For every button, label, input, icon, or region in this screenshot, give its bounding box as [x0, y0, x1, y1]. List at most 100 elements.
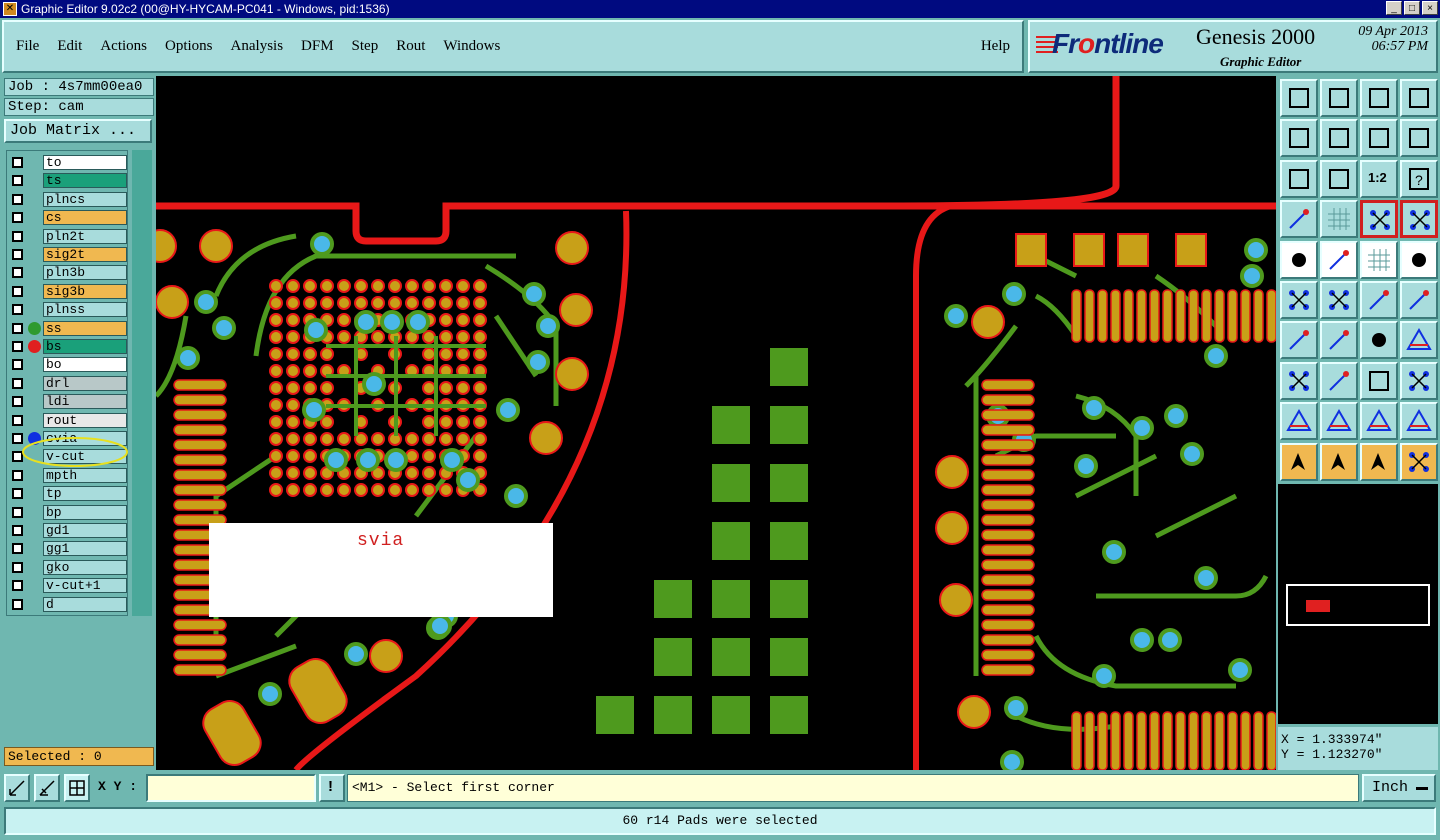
layer-row[interactable]: bo: [9, 357, 127, 373]
menu-rout[interactable]: Rout: [396, 38, 425, 55]
layer-checkbox[interactable]: [12, 580, 23, 592]
layer-scrollbar[interactable]: [132, 150, 152, 616]
layer-name[interactable]: mpth: [43, 467, 127, 483]
menu-actions[interactable]: Actions: [100, 38, 147, 55]
layer-row[interactable]: ldi: [9, 394, 127, 410]
layer-row[interactable]: drl: [9, 375, 127, 391]
layer-name[interactable]: tp: [43, 486, 127, 502]
layer-name[interactable]: bp: [43, 504, 127, 520]
layer-checkbox[interactable]: [12, 506, 23, 518]
fit-tool[interactable]: [1280, 159, 1318, 198]
layer-name[interactable]: plnss: [43, 302, 127, 318]
layer-name[interactable]: v-cut+1: [43, 578, 127, 594]
layer-checkbox[interactable]: [12, 341, 23, 352]
layer-checkbox[interactable]: [12, 193, 23, 205]
maximize-button[interactable]: □: [1404, 1, 1420, 15]
warning-button[interactable]: !: [319, 774, 345, 802]
layer-row[interactable]: sig3b: [9, 283, 127, 299]
layer-name[interactable]: d: [43, 596, 127, 612]
layer-name[interactable]: plncs: [43, 191, 127, 207]
layer-row[interactable]: v-cut+1: [9, 578, 127, 594]
layer-checkbox[interactable]: [12, 469, 23, 481]
layer-checkbox[interactable]: [12, 322, 23, 334]
layer-name[interactable]: pln3b: [43, 265, 127, 281]
layers-tool[interactable]: [1360, 200, 1398, 239]
select-tool[interactable]: [1280, 240, 1318, 279]
layer-row[interactable]: d: [9, 596, 127, 612]
xy-input[interactable]: [146, 774, 316, 802]
layer-row[interactable]: cs: [9, 210, 127, 226]
menu-windows[interactable]: Windows: [443, 38, 500, 55]
layer-checkbox[interactable]: [12, 157, 23, 168]
pointer-tool[interactable]: [1280, 442, 1318, 481]
triangle-tool[interactable]: [1280, 402, 1318, 441]
layer-name[interactable]: gd1: [43, 523, 127, 538]
layer-row[interactable]: pln2t: [9, 228, 127, 244]
layer-checkbox[interactable]: [12, 598, 23, 610]
layer-row[interactable]: gg1: [9, 541, 127, 557]
units-select[interactable]: Inch: [1362, 774, 1436, 802]
layer-checkbox[interactable]: [12, 212, 23, 224]
measure-button[interactable]: [34, 774, 60, 802]
layer-checkbox[interactable]: [12, 488, 23, 500]
compare-tool[interactable]: [1400, 200, 1438, 239]
layer-row[interactable]: tp: [9, 486, 127, 502]
layer-checkbox[interactable]: [12, 377, 23, 389]
slash-tool[interactable]: [1320, 321, 1358, 360]
menu-dfm[interactable]: DFM: [301, 38, 334, 55]
overview-map[interactable]: [1278, 484, 1438, 724]
layer-row[interactable]: plnss: [9, 302, 127, 318]
layer-checkbox[interactable]: [12, 175, 23, 187]
dotted-tool[interactable]: [1400, 240, 1438, 279]
layer-name[interactable]: to: [43, 155, 127, 170]
layer-name[interactable]: ts: [43, 173, 127, 189]
redraw-tool[interactable]: [1400, 119, 1438, 158]
ruler-tool[interactable]: [1360, 240, 1398, 279]
minimize-button[interactable]: _: [1386, 1, 1402, 15]
layer-name[interactable]: drl: [43, 375, 127, 391]
layer-checkbox[interactable]: [12, 285, 23, 297]
pointer-red-tool[interactable]: [1360, 442, 1398, 481]
layer-row[interactable]: gd1: [9, 523, 127, 538]
layer-row[interactable]: bs: [9, 339, 127, 354]
home-tool[interactable]: [1360, 79, 1398, 117]
rotate-tool[interactable]: [1360, 321, 1398, 360]
menu-step[interactable]: Step: [352, 38, 379, 55]
layer-name[interactable]: ss: [43, 320, 127, 336]
zoom-in-tool[interactable]: [1280, 119, 1318, 158]
layer-name[interactable]: ldi: [43, 394, 127, 410]
settings-tool[interactable]: [1280, 200, 1318, 239]
box-tool[interactable]: [1360, 361, 1398, 400]
grid-snap-button[interactable]: [64, 774, 90, 802]
help-tool[interactable]: ?: [1400, 159, 1438, 198]
layer-checkbox[interactable]: [12, 543, 23, 555]
menu-edit[interactable]: Edit: [57, 38, 82, 55]
job-matrix-button[interactable]: Job Matrix ...: [4, 119, 152, 143]
layer-name[interactable]: sig2t: [43, 247, 127, 262]
layer-row[interactable]: sig2t: [9, 247, 127, 262]
layer-checkbox[interactable]: [12, 525, 23, 536]
zoom-out-tool[interactable]: [1320, 119, 1358, 158]
layer-name[interactable]: rout: [43, 412, 127, 428]
angle-tool[interactable]: [1280, 321, 1318, 360]
layer-row[interactable]: pln3b: [9, 265, 127, 281]
line-add-tool[interactable]: [1360, 281, 1398, 319]
layer-row[interactable]: mpth: [9, 467, 127, 483]
graphic-canvas[interactable]: [156, 76, 1276, 770]
layer-row[interactable]: bp: [9, 504, 127, 520]
pointer-box-tool[interactable]: [1320, 442, 1358, 481]
layer-checkbox[interactable]: [12, 396, 23, 408]
split-tool[interactable]: [1400, 321, 1438, 360]
pcb-view[interactable]: [156, 76, 1276, 770]
layer-name[interactable]: bo: [43, 357, 127, 373]
layer-checkbox[interactable]: [12, 304, 23, 316]
layer-checkbox[interactable]: [12, 230, 23, 242]
menu-file[interactable]: File: [16, 38, 39, 55]
red-line-tool[interactable]: [1320, 361, 1358, 400]
menu-options[interactable]: Options: [165, 38, 213, 55]
layer-checkbox[interactable]: [12, 359, 23, 371]
layer-name[interactable]: gg1: [43, 541, 127, 557]
pan-tool[interactable]: [1360, 119, 1398, 158]
layer-row[interactable]: gko: [9, 559, 127, 575]
layer-row[interactable]: to: [9, 155, 127, 170]
